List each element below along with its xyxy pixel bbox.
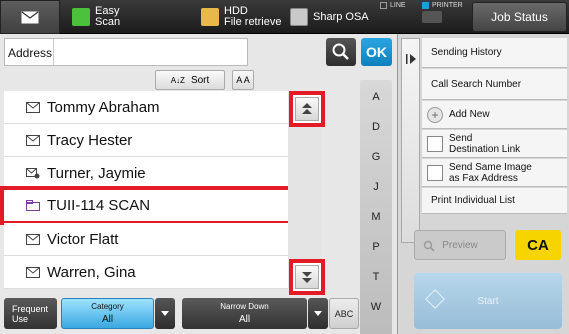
easy-scan-icon (72, 8, 90, 26)
address-book-main: Address OK A↓Z Sort A A Tommy Abraham Tr… (0, 34, 397, 334)
index-letter[interactable]: P (360, 241, 392, 253)
mail-icon (26, 233, 40, 245)
search-button[interactable] (326, 38, 356, 66)
text-size-icon: A A (236, 75, 250, 85)
index-letter[interactable]: W (360, 301, 392, 313)
printer-device-icon (422, 11, 442, 23)
index-letter[interactable]: M (360, 211, 392, 223)
contact-name: TUII-114 SCAN (47, 197, 151, 214)
contact-name: Turner, Jaymie (47, 164, 146, 182)
mail-icon (26, 101, 40, 113)
display-size-button[interactable]: A A (232, 70, 254, 90)
narrow-down-button[interactable]: Narrow Down All (182, 298, 307, 329)
line-label: LINE (390, 2, 406, 9)
category-label: Category (91, 302, 124, 311)
double-chevron-up-icon (302, 103, 312, 114)
sort-button[interactable]: A↓Z Sort (155, 70, 225, 90)
panel-toggle[interactable] (401, 38, 420, 243)
send-destination-link-checkbox[interactable] (427, 135, 443, 152)
contact-row[interactable]: Tommy Abraham (4, 91, 288, 124)
email-mode-tab[interactable] (0, 0, 60, 34)
address-input[interactable] (53, 39, 247, 65)
line-indicator: LINE (380, 2, 406, 9)
line-status-icon (380, 2, 387, 9)
sharp-osa-label: Sharp OSA (313, 10, 369, 23)
narrow-down-value: All (238, 314, 251, 325)
category-value: All (101, 314, 114, 325)
contact-row[interactable]: Tracy Hester (4, 124, 288, 157)
printer-indicator: PRINTER (422, 2, 463, 23)
send-destination-link-label: Send Destination Link (449, 132, 521, 155)
folder-app-icon (201, 8, 219, 26)
start-icon (425, 289, 445, 309)
hdd-file-retrieve-button[interactable]: HDD File retrieve (201, 0, 281, 34)
contact-list: Tommy Abraham Tracy Hester Turner, Jaymi… (0, 91, 292, 289)
send-same-image-checkbox[interactable] (427, 164, 443, 181)
index-letter[interactable]: J (360, 181, 392, 193)
contact-row[interactable]: Victor Flatt (4, 223, 288, 256)
frequent-use-label: Frequent Use (12, 303, 49, 324)
chevron-down-icon (161, 310, 169, 316)
search-icon (332, 43, 349, 60)
add-new-label: Add New (449, 109, 490, 120)
address-field-container: Address (4, 38, 248, 66)
category-dropdown[interactable] (155, 298, 175, 329)
bottom-toolbar: Frequent Use Category All Narrow Down Al… (0, 295, 360, 334)
easy-scan-button[interactable]: Easy Scan (72, 0, 120, 34)
contact-row[interactable]: Warren, Gina (4, 256, 288, 289)
index-letter[interactable]: D (360, 121, 392, 133)
double-chevron-down-icon (302, 272, 312, 283)
sending-history-item[interactable]: Sending History (422, 38, 567, 68)
frequent-use-button[interactable]: Frequent Use (4, 298, 57, 329)
start-button[interactable]: Start (414, 273, 562, 329)
ok-button[interactable]: OK (361, 38, 392, 66)
send-same-image-label: Send Same Image as Fax Address (449, 161, 532, 184)
preview-label: Preview (442, 239, 478, 251)
send-destination-link-item[interactable]: Send Destination Link (422, 130, 567, 158)
send-same-image-item[interactable]: Send Same Image as Fax Address (422, 159, 567, 187)
mail-icon (26, 134, 40, 146)
index-letter[interactable]: G (360, 151, 392, 163)
clear-all-button[interactable]: CA (515, 230, 561, 260)
address-label: Address (8, 46, 53, 60)
top-bar: Easy Scan HDD File retrieve Sharp OSA LI… (0, 0, 569, 34)
index-letter[interactable]: A (360, 91, 392, 103)
preview-button[interactable]: Preview (414, 230, 506, 260)
chevron-down-icon (314, 310, 322, 316)
contact-row-selected[interactable]: TUII-114 SCAN (0, 186, 292, 225)
index-letter[interactable]: T (360, 271, 392, 283)
abc-button[interactable]: ABC (329, 298, 359, 329)
easy-scan-label: Easy Scan (95, 5, 121, 28)
printer-label: PRINTER (432, 2, 463, 9)
printer-status-icon (422, 2, 429, 9)
add-new-item[interactable]: + Add New (422, 101, 567, 129)
contact-name: Tommy Abraham (47, 98, 160, 116)
category-button[interactable]: Category All (61, 298, 154, 329)
envelope-icon (21, 11, 39, 23)
plus-icon: + (427, 106, 443, 123)
narrow-down-dropdown[interactable] (308, 298, 328, 329)
call-search-number-item[interactable]: Call Search Number (422, 69, 567, 100)
contact-name: Victor Flatt (47, 230, 119, 248)
sharp-osa-icon (290, 8, 308, 26)
sort-label: Sort (190, 74, 210, 86)
job-status-button[interactable]: Job Status (472, 2, 567, 32)
alphabet-index: A D G J M P T W (360, 80, 392, 334)
scroll-bottom-button[interactable] (289, 259, 325, 295)
scroll-top-button[interactable] (289, 91, 325, 127)
sharp-osa-button[interactable]: Sharp OSA (290, 0, 369, 34)
contact-name: Tracy Hester (47, 131, 133, 149)
contact-name: Warren, Gina (47, 263, 136, 281)
folder-icon (26, 200, 40, 211)
print-individual-list-item[interactable]: Print Individual List (422, 188, 567, 214)
hdd-label: HDD File retrieve (224, 5, 282, 28)
preview-icon (423, 240, 435, 252)
mail-icon (26, 266, 40, 278)
sort-az-icon: A↓Z (170, 75, 185, 85)
group-mail-icon (26, 167, 40, 178)
narrow-down-label: Narrow Down (220, 302, 269, 311)
collapse-arrow-icon (406, 54, 416, 64)
action-panel: Sending History Call Search Number + Add… (397, 34, 569, 334)
start-label: Start (477, 295, 499, 307)
